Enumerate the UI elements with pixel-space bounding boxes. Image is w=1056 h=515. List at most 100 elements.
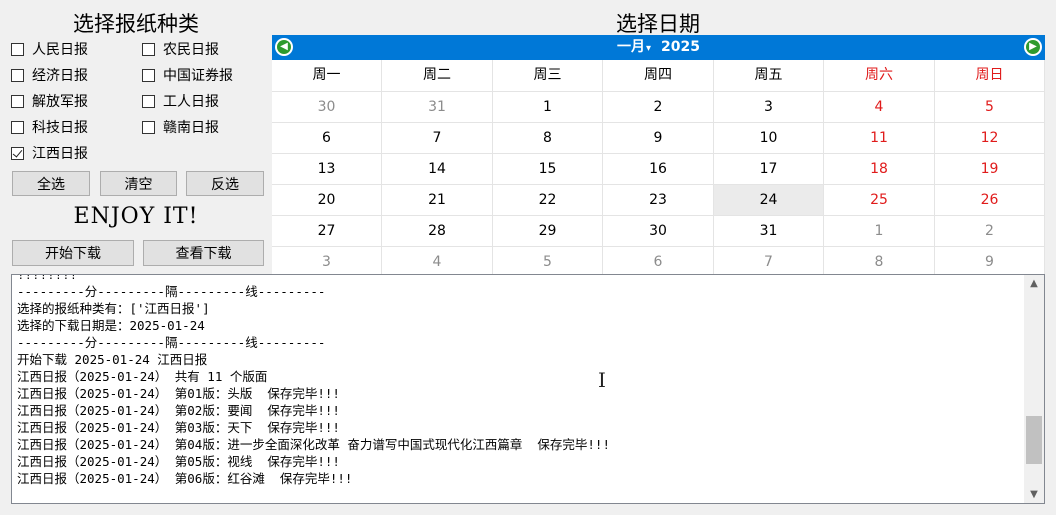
checkbox-empty-icon[interactable] bbox=[142, 120, 155, 134]
calendar-day[interactable]: 30 bbox=[272, 91, 382, 122]
calendar-day[interactable]: 16 bbox=[603, 153, 714, 184]
calendar-day[interactable]: 1 bbox=[824, 215, 935, 246]
newspaper-checkbox-label: 工人日报 bbox=[163, 94, 219, 110]
calendar-day[interactable]: 15 bbox=[493, 153, 603, 184]
log-line: !!!!!!!! bbox=[17, 274, 78, 282]
calendar-day[interactable]: 6 bbox=[272, 122, 382, 153]
calendar-day[interactable]: 3 bbox=[714, 91, 824, 122]
log-line: ---------分---------隔---------线--------- bbox=[17, 335, 326, 350]
calendar-day[interactable]: 9 bbox=[603, 122, 714, 153]
calendar-day[interactable]: 11 bbox=[824, 122, 935, 153]
month-label[interactable]: 一月 bbox=[617, 39, 645, 55]
calendar-day[interactable]: 9 bbox=[935, 246, 1045, 277]
weekday-header: 周四 bbox=[603, 60, 714, 91]
newspaper-checkbox-label: 农民日报 bbox=[163, 42, 219, 58]
month-year-selector[interactable]: 一月▾ 2025 bbox=[272, 35, 1045, 60]
vertical-scrollbar[interactable]: ▲ ▼ bbox=[1024, 275, 1044, 503]
log-line: 选择的报纸种类有：['江西日报'] bbox=[17, 301, 210, 316]
newspaper-checkbox[interactable]: 人民日报 bbox=[11, 38, 88, 60]
calendar-day[interactable]: 27 bbox=[272, 215, 382, 246]
calendar-day[interactable]: 3 bbox=[272, 246, 382, 277]
log-line: 江西日报（2025-01-24） 第03版：天下 保存完毕!!! bbox=[17, 420, 340, 435]
newspaper-checkbox[interactable]: 赣南日报 bbox=[142, 116, 219, 138]
scrollbar-thumb[interactable] bbox=[1026, 416, 1042, 465]
checkbox-empty-icon[interactable] bbox=[11, 42, 24, 56]
calendar-day[interactable]: 30 bbox=[603, 215, 714, 246]
newspaper-checkbox-label: 人民日报 bbox=[32, 42, 88, 58]
weekday-header: 周五 bbox=[714, 60, 824, 91]
checkbox-empty-icon[interactable] bbox=[142, 94, 155, 108]
calendar-day[interactable]: 4 bbox=[382, 246, 493, 277]
scroll-down-icon[interactable]: ▼ bbox=[1024, 486, 1044, 503]
log-line: ---------分---------隔---------线--------- bbox=[17, 284, 326, 299]
checkbox-empty-icon[interactable] bbox=[11, 120, 24, 134]
view-downloads-button[interactable]: 查看下载 bbox=[143, 240, 264, 266]
checkbox-empty-icon[interactable] bbox=[11, 68, 24, 82]
calendar-day[interactable]: 19 bbox=[935, 153, 1045, 184]
newspaper-checkbox[interactable]: 工人日报 bbox=[142, 90, 219, 112]
calendar-day[interactable]: 10 bbox=[714, 122, 824, 153]
prev-month-icon[interactable]: ◀ bbox=[275, 38, 293, 56]
calendar-day[interactable]: 8 bbox=[824, 246, 935, 277]
newspaper-checkbox-label: 赣南日报 bbox=[163, 120, 219, 136]
calendar-day[interactable]: 18 bbox=[824, 153, 935, 184]
calendar-day[interactable]: 6 bbox=[603, 246, 714, 277]
calendar-day[interactable]: 8 bbox=[493, 122, 603, 153]
weekday-header: 周日 bbox=[935, 60, 1045, 91]
calendar-day[interactable]: 31 bbox=[714, 215, 824, 246]
calendar-day[interactable]: 25 bbox=[824, 184, 935, 215]
calendar-day[interactable]: 26 bbox=[935, 184, 1045, 215]
calendar-day[interactable]: 5 bbox=[935, 91, 1045, 122]
log-line: 江西日报（2025-01-24） 第02版：要闻 保存完毕!!! bbox=[17, 403, 340, 418]
calendar-day[interactable]: 12 bbox=[935, 122, 1045, 153]
calendar-day[interactable]: 5 bbox=[493, 246, 603, 277]
newspaper-checkbox[interactable]: 中国证券报 bbox=[142, 64, 233, 86]
newspaper-checkbox[interactable]: 经济日报 bbox=[11, 64, 88, 86]
invert-selection-button[interactable]: 反选 bbox=[186, 171, 264, 196]
download-log[interactable]: !!!!!!!! ---------分---------隔---------线--… bbox=[11, 274, 1045, 504]
newspaper-checkbox[interactable]: 农民日报 bbox=[142, 38, 219, 60]
select-all-button[interactable]: 全选 bbox=[12, 171, 90, 196]
newspaper-type-title: 选择报纸种类 bbox=[73, 12, 199, 36]
clear-button[interactable]: 清空 bbox=[100, 171, 177, 196]
checkbox-empty-icon[interactable] bbox=[11, 94, 24, 108]
calendar-day[interactable]: 31 bbox=[382, 91, 493, 122]
calendar-day[interactable]: 29 bbox=[493, 215, 603, 246]
calendar-day[interactable]: 28 bbox=[382, 215, 493, 246]
calendar-day[interactable]: 2 bbox=[935, 215, 1045, 246]
calendar-day[interactable]: 22 bbox=[493, 184, 603, 215]
checkbox-checked-icon[interactable] bbox=[11, 146, 24, 160]
enjoy-it-label: ENJOY IT! bbox=[73, 204, 199, 229]
calendar-day[interactable]: 23 bbox=[603, 184, 714, 215]
calendar: 一月▾ 2025 ◀ ▶ 周一 周二 周三 周四 周五 周六 周日 30 31 1 2 3 4 5 6 7 8 9 1… bbox=[272, 35, 1045, 277]
weekday-header: 周二 bbox=[382, 60, 493, 91]
calendar-day[interactable]: 13 bbox=[272, 153, 382, 184]
scroll-up-icon[interactable]: ▲ bbox=[1024, 275, 1044, 292]
log-line: 江西日报（2025-01-24） 第04版：进一步全面深化改革 奋力谱写中国式现… bbox=[17, 437, 610, 452]
checkbox-empty-icon[interactable] bbox=[142, 68, 155, 82]
newspaper-checkbox-label: 解放军报 bbox=[32, 94, 88, 110]
log-text: !!!!!!!! ---------分---------隔---------线--… bbox=[17, 274, 610, 487]
start-download-button[interactable]: 开始下载 bbox=[12, 240, 134, 266]
calendar-day[interactable]: 20 bbox=[272, 184, 382, 215]
newspaper-checkbox[interactable]: 科技日报 bbox=[11, 116, 88, 138]
calendar-day[interactable]: 2 bbox=[603, 91, 714, 122]
calendar-day[interactable]: 4 bbox=[824, 91, 935, 122]
calendar-day[interactable]: 7 bbox=[382, 122, 493, 153]
year-label[interactable]: 2025 bbox=[661, 39, 700, 55]
calendar-day[interactable]: 21 bbox=[382, 184, 493, 215]
newspaper-checkbox[interactable]: 解放军报 bbox=[11, 90, 88, 112]
calendar-header: 一月▾ 2025 ◀ ▶ bbox=[272, 35, 1045, 60]
calendar-day[interactable]: 1 bbox=[493, 91, 603, 122]
log-line: 开始下载 2025-01-24 江西日报 bbox=[17, 352, 208, 367]
weekday-header: 周三 bbox=[493, 60, 603, 91]
calendar-day[interactable]: 7 bbox=[714, 246, 824, 277]
next-month-icon[interactable]: ▶ bbox=[1024, 38, 1042, 56]
newspaper-checkbox[interactable]: 江西日报 bbox=[11, 142, 88, 164]
calendar-day-selected[interactable]: 24 bbox=[714, 184, 824, 215]
date-select-title: 选择日期 bbox=[616, 12, 700, 36]
calendar-day[interactable]: 14 bbox=[382, 153, 493, 184]
weekday-header: 周一 bbox=[272, 60, 382, 91]
calendar-day[interactable]: 17 bbox=[714, 153, 824, 184]
checkbox-empty-icon[interactable] bbox=[142, 42, 155, 56]
